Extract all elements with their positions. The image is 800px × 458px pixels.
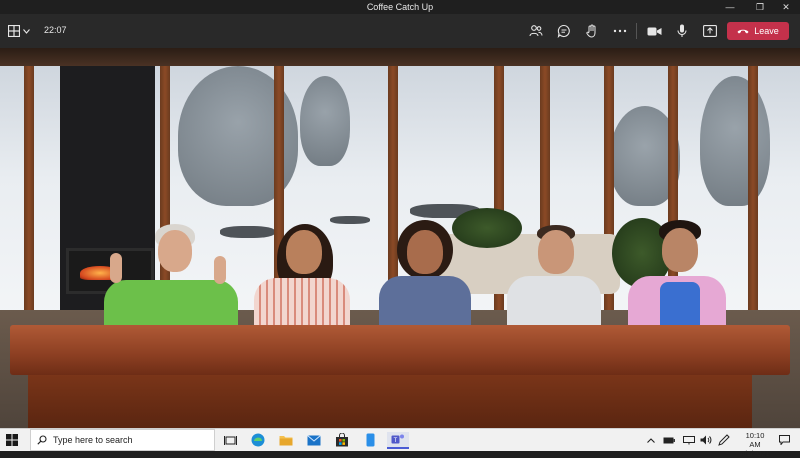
phone-app[interactable] <box>362 432 378 448</box>
folder-icon <box>279 436 293 446</box>
pen-icon <box>718 434 730 446</box>
chat-icon <box>557 24 570 38</box>
together-mode-scene <box>0 48 800 428</box>
taskbar-clock[interactable]: 10:10 AM 4/1/2021 <box>740 431 770 458</box>
plant <box>452 208 522 248</box>
leave-button[interactable]: Leave <box>727 22 789 40</box>
leave-label: Leave <box>754 26 779 36</box>
more-icon <box>613 29 627 33</box>
teams-icon: T <box>391 434 404 444</box>
edge-icon <box>251 433 265 447</box>
window-title: Coffee Catch Up <box>366 2 434 12</box>
ceiling-beam <box>0 48 800 66</box>
store-app[interactable] <box>334 432 350 448</box>
participants-button[interactable] <box>526 21 546 41</box>
camera-icon <box>647 27 661 35</box>
battery-icon <box>663 437 675 443</box>
chevron-down-icon <box>23 28 30 34</box>
meeting-toolbar: 22:07 Leave <box>0 14 800 48</box>
taskbar-search-box[interactable]: Type here to search <box>30 429 215 451</box>
microphone-button[interactable] <box>672 21 692 41</box>
phone-icon <box>737 29 749 34</box>
grid-layout-icon <box>8 25 20 37</box>
speaker-icon <box>700 435 712 445</box>
task-view-icon <box>223 435 237 445</box>
camera-button[interactable] <box>644 21 664 41</box>
microphone-icon <box>677 24 687 37</box>
teams-app[interactable]: T <box>387 432 409 449</box>
share-content-button[interactable] <box>700 21 720 41</box>
shared-desk <box>10 325 790 375</box>
mail-app[interactable] <box>306 432 322 448</box>
search-icon <box>37 435 47 445</box>
taskbar: Type here to search T 10:10 AM 4/1/2021 <box>0 428 800 458</box>
task-view-button[interactable] <box>222 432 238 448</box>
battery-status[interactable] <box>663 434 675 446</box>
network-status[interactable] <box>683 434 695 446</box>
store-icon <box>336 433 348 447</box>
network-icon <box>683 435 695 444</box>
chevron-up-icon <box>647 437 655 443</box>
clock-time: 10:10 AM <box>745 431 765 449</box>
chat-button[interactable] <box>554 21 574 41</box>
clock-date: 4/1/2021 <box>740 449 770 458</box>
hand-icon <box>586 24 596 38</box>
raise-hand-button[interactable] <box>582 21 602 41</box>
volume-control[interactable] <box>700 434 712 446</box>
windows-start-icon[interactable] <box>6 434 18 446</box>
toolbar-divider <box>636 23 637 39</box>
svg-text:T: T <box>394 438 398 444</box>
pen-menu[interactable] <box>718 434 730 446</box>
show-hidden-icons[interactable] <box>645 434 657 446</box>
desk-front <box>28 375 752 428</box>
search-placeholder: Type here to search <box>53 435 133 445</box>
file-explorer-app[interactable] <box>278 432 294 448</box>
phone-device-icon <box>366 433 374 447</box>
meeting-timer: 22:07 <box>44 25 67 35</box>
minimize-button[interactable]: — <box>716 0 744 14</box>
more-options-button[interactable] <box>610 21 630 41</box>
maximize-button[interactable]: ❐ <box>746 0 774 14</box>
close-button[interactable]: ✕ <box>772 0 800 14</box>
people-icon <box>529 25 543 37</box>
mail-icon <box>307 434 321 445</box>
edge-app[interactable] <box>250 432 266 448</box>
notification-center[interactable] <box>778 434 790 446</box>
title-bar: Coffee Catch Up — ❐ ✕ <box>0 0 800 14</box>
layout-button[interactable] <box>8 22 36 40</box>
share-icon <box>703 25 717 37</box>
notification-icon <box>778 435 790 445</box>
